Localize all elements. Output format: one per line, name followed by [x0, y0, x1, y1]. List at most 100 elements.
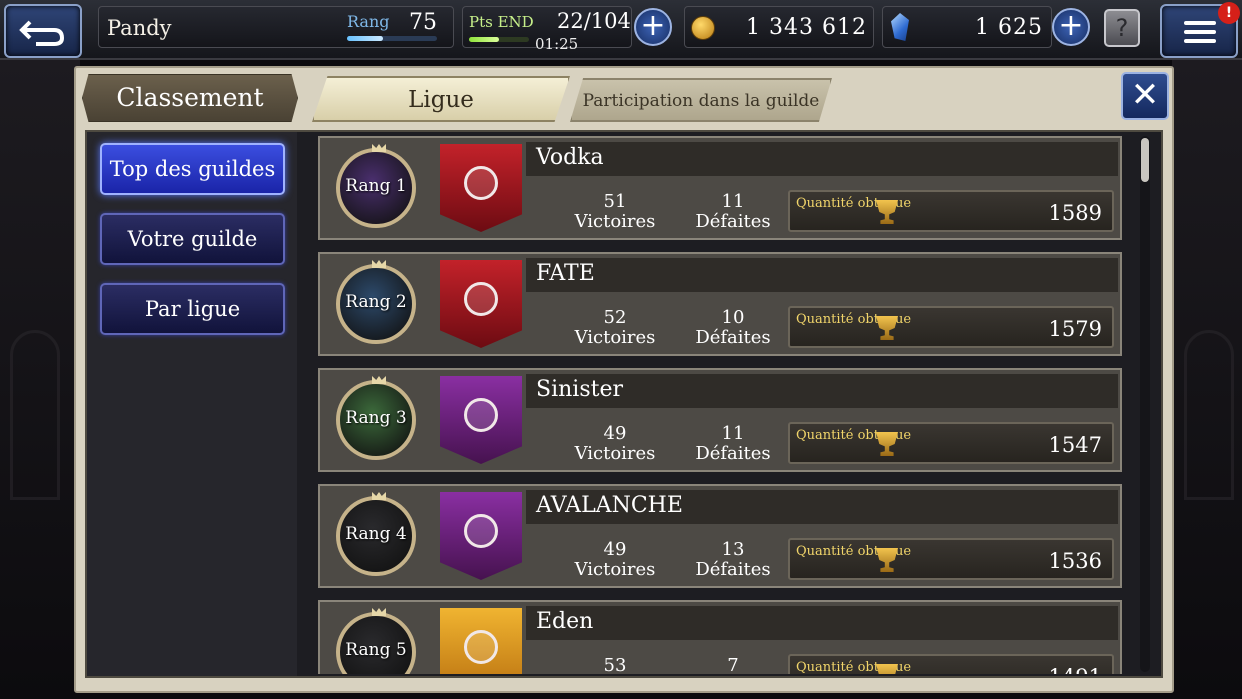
wins-value: 49 — [603, 423, 627, 444]
guild-name: Sinister — [536, 377, 623, 402]
crown-icon — [372, 144, 386, 152]
bird-symbol-icon — [464, 630, 498, 664]
purple-beast-emblem — [440, 492, 522, 580]
background-arch — [10, 330, 60, 500]
purple-beast-emblem — [440, 376, 522, 464]
guild-name: FATE — [536, 261, 595, 286]
wins-label: Victoires — [574, 211, 656, 232]
losses-stat: 13 Défaites — [678, 540, 788, 580]
rank-progress-fill — [347, 36, 383, 41]
gil-coin-icon — [691, 16, 715, 40]
window-title-plaque: Classement — [82, 74, 298, 122]
sidebar-item-your-guild[interactable]: Votre guilde — [100, 213, 285, 265]
losses-label: Défaites — [695, 211, 771, 232]
ranking-list[interactable]: Vodka Rang 1 51 Victoires 11 Défaites Quan… — [312, 134, 1128, 674]
rank-label: Rang 3 — [345, 408, 407, 428]
points-box: Quantité obtenue 1589 — [788, 190, 1114, 232]
wins-label: Victoires — [574, 443, 656, 464]
wins-value: 52 — [603, 307, 627, 328]
help-button[interactable]: ? — [1104, 9, 1140, 47]
losses-value: 13 — [721, 539, 745, 560]
beast-symbol-icon — [464, 514, 498, 548]
crest-symbol-icon — [464, 282, 498, 316]
ranking-row[interactable]: Eden Rang 5 53Victoires 7Défaites Quanti… — [318, 600, 1122, 674]
energy-label: Pts END — [469, 13, 534, 31]
trophy-icon — [876, 200, 898, 224]
losses-value: 11 — [721, 191, 745, 212]
crown-icon — [372, 492, 386, 500]
points-box: Quantité obtenue 1547 — [788, 422, 1114, 464]
tab-ligue[interactable]: Ligue — [312, 76, 570, 122]
sidebar-item-top-guilds[interactable]: Top des guildes — [100, 143, 285, 195]
ranking-row[interactable]: AVALANCHE Rang 4 49 Victoires 13 Défaites … — [318, 484, 1122, 588]
close-button[interactable]: ✕ — [1121, 72, 1169, 120]
points-box: Quantité obtenue 1491 — [788, 654, 1114, 674]
wins-value: 53 — [603, 655, 627, 675]
energy-timer: 01:25 — [535, 35, 579, 53]
crest-symbol-icon — [464, 166, 498, 200]
wins-stat: 53Victoires — [560, 655, 670, 675]
rank-progress-bar — [347, 36, 437, 41]
losses-label: Défaites — [695, 559, 771, 580]
losses-stat: 10 Défaites — [678, 308, 788, 348]
rank-badge: Rang 4 — [336, 492, 416, 576]
rank-label: Rang — [347, 12, 390, 31]
red-crest-emblem — [440, 260, 522, 348]
wins-stat: 49 Victoires — [560, 424, 670, 464]
rank-label: Rang 4 — [345, 524, 407, 544]
crown-icon — [372, 260, 386, 268]
close-icon: ✕ — [1130, 75, 1160, 115]
background-arch — [1184, 330, 1234, 500]
sidebar-item-label: Votre guilde — [127, 227, 258, 251]
scrollbar-thumb[interactable] — [1141, 138, 1149, 182]
trophy-icon — [876, 548, 898, 572]
energy-progress-fill — [469, 37, 499, 42]
hamburger-menu-icon — [1184, 21, 1216, 43]
points-box: Quantité obtenue 1579 — [788, 306, 1114, 348]
ranking-row[interactable]: FATE Rang 2 52 Victoires 10 Défaites Quant… — [318, 252, 1122, 356]
crystal-plus-button[interactable]: + — [1052, 8, 1090, 46]
tab-label: Participation dans la guilde — [582, 91, 820, 111]
beast-symbol-icon — [464, 398, 498, 432]
top-status-bar: Pandy Rang 75 Pts END 22/104 01:25 + 1 3… — [0, 0, 1242, 60]
crown-icon — [372, 376, 386, 384]
tab-guild-participation[interactable]: Participation dans la guilde — [570, 78, 832, 122]
player-panel: Pandy Rang 75 — [98, 6, 454, 48]
trophy-icon — [876, 664, 898, 674]
rank-badge: Rang 5 — [336, 608, 416, 674]
points-value: 1579 — [1048, 317, 1102, 341]
points-value: 1589 — [1048, 201, 1102, 225]
energy-plus-button[interactable]: + — [634, 8, 672, 46]
red-crest-emblem — [440, 144, 522, 232]
crystal-value: 1 625 — [975, 15, 1043, 40]
sidebar-item-label: Top des guildes — [109, 157, 276, 181]
points-value: 1547 — [1048, 433, 1102, 457]
row-header — [526, 142, 1118, 176]
losses-label: Défaites — [695, 327, 771, 348]
list-scrollbar[interactable] — [1140, 136, 1150, 672]
energy-progress-bar — [469, 37, 529, 42]
ranking-row[interactable]: Vodka Rang 1 51 Victoires 11 Défaites Quan… — [318, 136, 1122, 240]
gil-value: 1 343 612 — [746, 15, 867, 40]
crystal-icon — [891, 13, 909, 41]
trophy-icon — [876, 316, 898, 340]
back-button[interactable] — [4, 4, 82, 58]
notification-badge: ! — [1218, 2, 1240, 24]
guild-name: Vodka — [536, 145, 604, 170]
rank-label: Rang 2 — [345, 292, 407, 312]
wins-value: 49 — [603, 539, 627, 560]
losses-value: 10 — [721, 307, 745, 328]
rank-label: Rang 1 — [345, 176, 407, 196]
crystal-panel: 1 625 — [882, 6, 1052, 48]
losses-value: 11 — [721, 423, 745, 444]
energy-value: 22/104 — [557, 9, 631, 33]
wins-label: Victoires — [574, 327, 656, 348]
sidebar-item-by-league[interactable]: Par ligue — [100, 283, 285, 335]
wins-stat: 51 Victoires — [560, 192, 670, 232]
losses-label: Défaites — [695, 443, 771, 464]
points-value: 1536 — [1048, 549, 1102, 573]
ranking-row[interactable]: Sinister Rang 3 49 Victoires 11 Défaites Q… — [318, 368, 1122, 472]
back-arrow-icon — [19, 20, 65, 46]
row-header — [526, 606, 1118, 640]
tab-label: Ligue — [408, 87, 474, 113]
